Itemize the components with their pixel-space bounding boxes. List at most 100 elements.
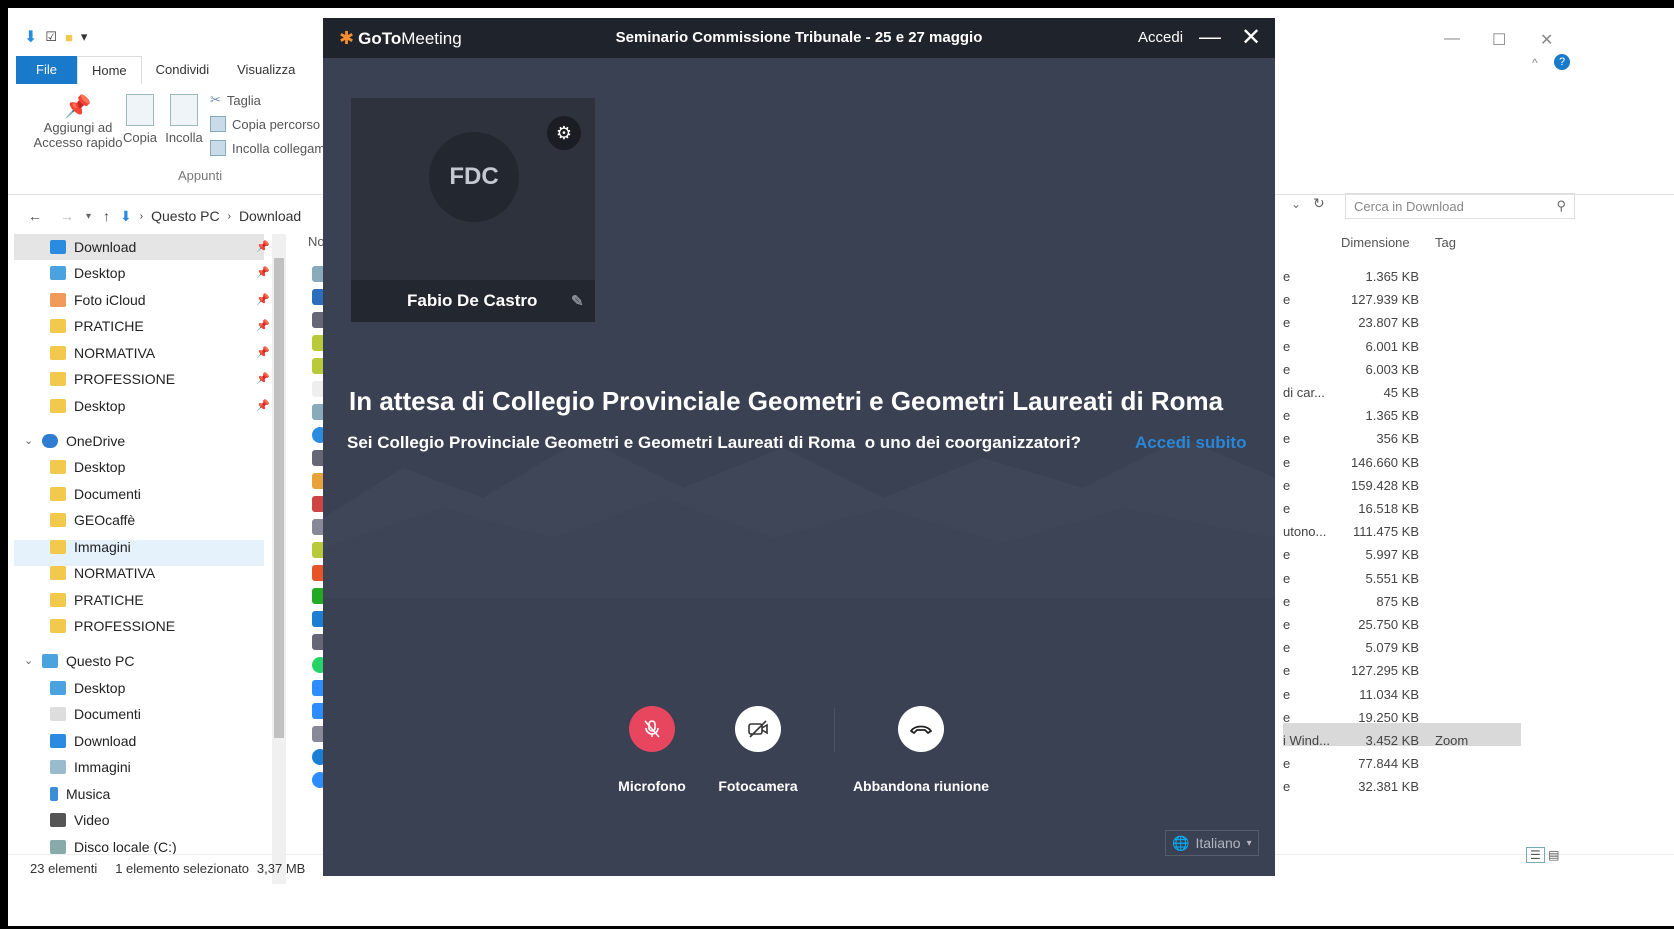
chevron-down-icon[interactable]: ⌄	[24, 434, 33, 447]
paste-shortcut-button[interactable]: Incolla collegam	[210, 140, 325, 156]
pin-icon[interactable]: 📌	[256, 346, 270, 359]
nav-pc-video[interactable]: Video	[50, 807, 110, 833]
close-icon[interactable]: ✕	[1540, 30, 1553, 50]
table-row[interactable]: e 5.079 KB	[1283, 636, 1523, 659]
download-arrow-icon[interactable]: ⬇	[24, 27, 37, 47]
back-icon[interactable]: ←	[28, 208, 42, 224]
table-row[interactable]: e 1.365 KB	[1283, 404, 1523, 427]
details-view-icon[interactable]: ☰	[1526, 847, 1545, 863]
qat-dropdown-icon[interactable]: ▾	[81, 29, 88, 45]
help-icon[interactable]: ?	[1554, 54, 1570, 70]
nav-quick-icloud[interactable]: Foto iCloud	[50, 287, 146, 313]
breadcrumb-this-pc[interactable]: Questo PC	[151, 208, 219, 224]
scrollbar-thumb[interactable]	[274, 258, 284, 738]
nav-od-immagini[interactable]: Immagini	[50, 534, 131, 560]
tab-view[interactable]: Visualizza	[223, 56, 309, 84]
cut-button[interactable]: ✂ Taglia	[210, 92, 261, 108]
table-row[interactable]: e 77.844 KB	[1283, 752, 1523, 775]
table-row[interactable]: e 25.750 KB	[1283, 613, 1523, 636]
pin-quick-access-button[interactable]: 📌 Aggiungi ad Accesso rapido	[28, 94, 128, 150]
nav-od-professione[interactable]: PROFESSIONE	[50, 613, 175, 639]
table-row[interactable]: e 6.001 KB	[1283, 335, 1523, 358]
table-row[interactable]: e 11.034 KB	[1283, 683, 1523, 706]
nav-pc-documenti[interactable]: Documenti	[50, 701, 141, 727]
nav-od-desktop[interactable]: Desktop	[50, 454, 125, 480]
nav-pc-download[interactable]: Download	[50, 728, 136, 754]
nav-quick-pratiche[interactable]: PRATICHE	[50, 313, 144, 339]
pin-icon[interactable]: 📌	[256, 240, 270, 253]
pin-icon[interactable]: 📌	[256, 372, 270, 385]
nav-pc-desktop[interactable]: Desktop	[50, 675, 125, 701]
table-row[interactable]: e 5.551 KB	[1283, 567, 1523, 590]
table-row[interactable]: e 127.939 KB	[1283, 288, 1523, 311]
nav-od-geocaffe[interactable]: GEOcaffè	[50, 507, 135, 533]
table-row[interactable]: e 32.381 KB	[1283, 775, 1523, 798]
row-type-cell: e	[1283, 501, 1291, 516]
table-row[interactable]: e 875 KB	[1283, 590, 1523, 613]
microphone-button[interactable]	[629, 706, 675, 752]
recent-dropdown-icon[interactable]: ▾	[86, 211, 91, 222]
signin-now-link[interactable]: Accedi subito	[1135, 433, 1246, 453]
new-folder-icon[interactable]: ■	[65, 30, 73, 45]
copy-button[interactable]: Copia	[120, 94, 160, 145]
tiles-view-icon[interactable]: ▤	[1548, 848, 1559, 862]
nav-scrollbar[interactable]	[272, 234, 286, 884]
table-row[interactable]: e 16.518 KB	[1283, 497, 1523, 520]
search-input[interactable]: Cerca in Download ⚲	[1345, 193, 1575, 219]
tab-file[interactable]: File	[16, 56, 77, 84]
table-row[interactable]: e 146.660 KB	[1283, 451, 1523, 474]
language-select[interactable]: 🌐 Italiano ▾	[1165, 830, 1259, 856]
up-icon[interactable]: ↑	[103, 208, 110, 224]
chevron-up-icon[interactable]: ^	[1532, 56, 1538, 70]
pin-icon[interactable]: 📌	[256, 293, 270, 306]
properties-icon[interactable]: ☑	[45, 29, 57, 45]
table-row[interactable]: e 1.365 KB	[1283, 265, 1523, 288]
table-row[interactable]: e 23.807 KB	[1283, 311, 1523, 334]
minimize-icon[interactable]: —	[1444, 30, 1460, 48]
pin-icon[interactable]: 📌	[256, 399, 270, 412]
table-row[interactable]: di car... 45 KB	[1283, 381, 1523, 404]
nav-od-pratiche[interactable]: PRATICHE	[50, 587, 144, 613]
tab-home[interactable]: Home	[76, 56, 142, 84]
nav-od-normativa[interactable]: NORMATIVA	[50, 560, 155, 586]
nav-quick-desktop[interactable]: Desktop	[50, 260, 125, 286]
leave-meeting-button[interactable]	[898, 706, 944, 752]
table-row[interactable]: e 19.250 KB	[1283, 706, 1523, 729]
table-row[interactable]: utono... 111.475 KB	[1283, 520, 1523, 543]
nav-quick-download[interactable]: Download	[50, 234, 136, 260]
table-row[interactable]: e 6.003 KB	[1283, 358, 1523, 381]
nav-pc-musica[interactable]: Musica	[50, 781, 110, 807]
tab-share[interactable]: Condividi	[142, 56, 223, 84]
copy-path-button[interactable]: Copia percorso	[210, 116, 320, 132]
chevron-down-icon[interactable]: ⌄	[24, 654, 33, 667]
search-icon[interactable]: ⚲	[1556, 198, 1566, 214]
nav-this-pc[interactable]: Questo PC	[42, 648, 134, 674]
table-row[interactable]: i Wind... 3.452 KB Zoom	[1283, 729, 1523, 752]
gear-icon[interactable]: ⚙	[547, 116, 581, 150]
pin-icon[interactable]: 📌	[256, 266, 270, 279]
forward-icon[interactable]: →	[60, 208, 74, 224]
nav-quick-normativa[interactable]: NORMATIVA	[50, 340, 155, 366]
refresh-dropdown-icon[interactable]: ⌄	[1291, 197, 1301, 211]
column-tag-header[interactable]: Tag	[1435, 235, 1456, 250]
nav-onedrive[interactable]: OneDrive	[42, 428, 125, 454]
minimize-icon[interactable]: —	[1199, 24, 1221, 50]
table-row[interactable]: e 356 KB	[1283, 427, 1523, 450]
pin-icon[interactable]: 📌	[256, 319, 270, 332]
paste-button[interactable]: Incolla	[164, 94, 204, 145]
breadcrumb-download[interactable]: Download	[239, 208, 301, 224]
pencil-icon[interactable]: ✎	[571, 292, 584, 310]
table-row[interactable]: e 127.295 KB	[1283, 659, 1523, 682]
signin-link[interactable]: Accedi	[1138, 29, 1183, 46]
camera-button[interactable]	[735, 706, 781, 752]
nav-pc-immagini[interactable]: Immagini	[50, 754, 131, 780]
table-row[interactable]: e 159.428 KB	[1283, 474, 1523, 497]
close-icon[interactable]: ✕	[1241, 23, 1261, 52]
nav-quick-professione[interactable]: PROFESSIONE	[50, 366, 175, 392]
column-size-header[interactable]: Dimensione	[1341, 235, 1410, 250]
nav-od-documenti[interactable]: Documenti	[50, 481, 141, 507]
maximize-icon[interactable]: ☐	[1492, 30, 1506, 50]
table-row[interactable]: e 5.997 KB	[1283, 543, 1523, 566]
nav-quick-desktop-2[interactable]: Desktop	[50, 393, 125, 419]
refresh-icon[interactable]: ↻	[1313, 195, 1325, 212]
